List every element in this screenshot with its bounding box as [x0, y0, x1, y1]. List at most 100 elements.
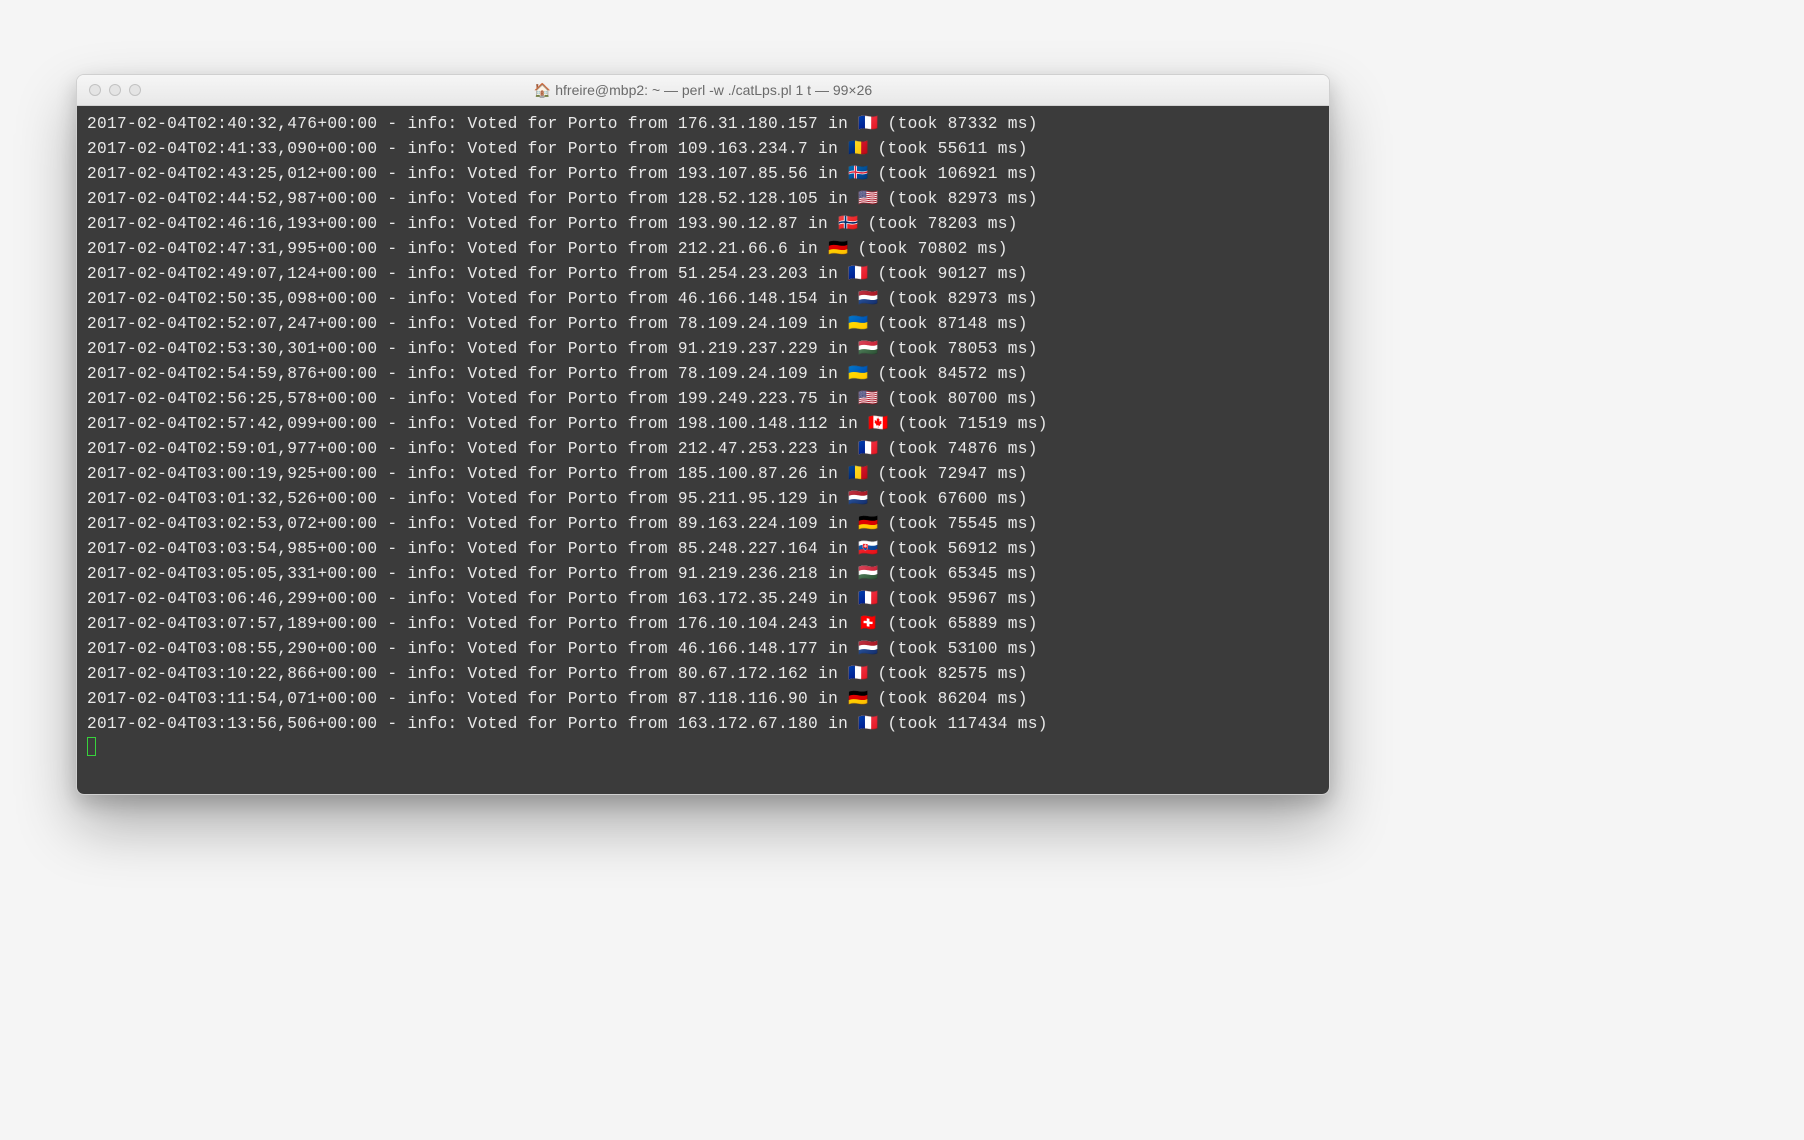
- log-in-label: in: [818, 340, 858, 358]
- log-timestamp: 2017-02-04T02:40:32,476+00:00: [87, 115, 377, 133]
- log-message: info: Voted for Porto from: [407, 240, 677, 258]
- log-message: info: Voted for Porto from: [407, 440, 677, 458]
- log-separator: -: [377, 690, 407, 708]
- log-duration: (took 75545 ms): [878, 515, 1038, 533]
- log-in-label: in: [828, 415, 868, 433]
- log-separator: -: [377, 540, 407, 558]
- flag-icon: 🇨🇭: [858, 612, 877, 637]
- log-separator: -: [377, 140, 407, 158]
- log-timestamp: 2017-02-04T03:00:19,925+00:00: [87, 465, 377, 483]
- home-icon: 🏠: [534, 83, 551, 97]
- log-timestamp: 2017-02-04T02:41:33,090+00:00: [87, 140, 377, 158]
- log-timestamp: 2017-02-04T02:56:25,578+00:00: [87, 390, 377, 408]
- log-separator: -: [377, 590, 407, 608]
- log-line: 2017-02-04T02:43:25,012+00:00 - info: Vo…: [87, 162, 1319, 187]
- log-line: 2017-02-04T02:49:07,124+00:00 - info: Vo…: [87, 262, 1319, 287]
- flag-icon: 🇺🇸: [858, 187, 877, 212]
- log-in-label: in: [808, 465, 848, 483]
- log-timestamp: 2017-02-04T03:06:46,299+00:00: [87, 590, 377, 608]
- log-duration: (took 74876 ms): [878, 440, 1038, 458]
- log-message: info: Voted for Porto from: [407, 665, 677, 683]
- log-ip: 212.47.253.223: [678, 440, 818, 458]
- flag-icon: 🇨🇦: [868, 412, 887, 437]
- log-separator: -: [377, 390, 407, 408]
- log-ip: 80.67.172.162: [678, 665, 808, 683]
- log-in-label: in: [818, 440, 858, 458]
- log-in-label: in: [818, 290, 858, 308]
- log-line: 2017-02-04T02:52:07,247+00:00 - info: Vo…: [87, 312, 1319, 337]
- flag-icon: 🇫🇷: [848, 662, 867, 687]
- window-close-button[interactable]: [89, 84, 101, 96]
- log-separator: -: [377, 265, 407, 283]
- log-in-label: in: [808, 690, 848, 708]
- flag-icon: 🇮🇸: [848, 162, 867, 187]
- log-separator: -: [377, 115, 407, 133]
- log-ip: 85.248.227.164: [678, 540, 818, 558]
- log-ip: 109.163.234.7: [678, 140, 808, 158]
- window-titlebar[interactable]: 🏠 hfreire@mbp2: ~ — perl -w ./catLps.pl …: [77, 75, 1329, 106]
- log-separator: -: [377, 190, 407, 208]
- log-in-label: in: [808, 315, 848, 333]
- traffic-lights: [77, 84, 141, 96]
- log-message: info: Voted for Porto from: [407, 165, 677, 183]
- log-timestamp: 2017-02-04T03:01:32,526+00:00: [87, 490, 377, 508]
- log-ip: 87.118.116.90: [678, 690, 808, 708]
- flag-icon: 🇳🇱: [848, 487, 867, 512]
- log-in-label: in: [808, 665, 848, 683]
- log-duration: (took 53100 ms): [878, 640, 1038, 658]
- flag-icon: 🇺🇸: [858, 387, 877, 412]
- window-title-text: hfreire@mbp2: ~ — perl -w ./catLps.pl 1 …: [555, 82, 872, 98]
- log-ip: 198.100.148.112: [678, 415, 828, 433]
- log-ip: 95.211.95.129: [678, 490, 808, 508]
- window-maximize-button[interactable]: [129, 84, 141, 96]
- flag-icon: 🇫🇷: [858, 712, 877, 737]
- log-message: info: Voted for Porto from: [407, 415, 677, 433]
- log-duration: (took 56912 ms): [878, 540, 1038, 558]
- log-ip: 51.254.23.203: [678, 265, 808, 283]
- log-ip: 193.90.12.87: [678, 215, 798, 233]
- flag-icon: 🇭🇺: [858, 562, 877, 587]
- log-duration: (took 87332 ms): [878, 115, 1038, 133]
- log-in-label: in: [818, 390, 858, 408]
- log-message: info: Voted for Porto from: [407, 690, 677, 708]
- log-in-label: in: [818, 640, 858, 658]
- log-timestamp: 2017-02-04T02:52:07,247+00:00: [87, 315, 377, 333]
- flag-icon: 🇸🇰: [858, 537, 877, 562]
- log-timestamp: 2017-02-04T03:13:56,506+00:00: [87, 715, 377, 733]
- flag-icon: 🇭🇺: [858, 337, 877, 362]
- log-message: info: Voted for Porto from: [407, 490, 677, 508]
- log-line: 2017-02-04T02:40:32,476+00:00 - info: Vo…: [87, 112, 1319, 137]
- log-duration: (took 84572 ms): [868, 365, 1028, 383]
- log-duration: (took 55611 ms): [868, 140, 1028, 158]
- terminal-window: 🏠 hfreire@mbp2: ~ — perl -w ./catLps.pl …: [76, 74, 1330, 795]
- flag-icon: 🇷🇴: [848, 137, 867, 162]
- log-timestamp: 2017-02-04T02:57:42,099+00:00: [87, 415, 377, 433]
- log-message: info: Voted for Porto from: [407, 340, 677, 358]
- log-separator: -: [377, 165, 407, 183]
- log-duration: (took 87148 ms): [868, 315, 1028, 333]
- log-duration: (took 106921 ms): [868, 165, 1038, 183]
- log-in-label: in: [818, 615, 858, 633]
- log-message: info: Voted for Porto from: [407, 590, 677, 608]
- log-line: 2017-02-04T03:13:56,506+00:00 - info: Vo…: [87, 712, 1319, 737]
- log-separator: -: [377, 715, 407, 733]
- log-in-label: in: [818, 190, 858, 208]
- log-duration: (took 82973 ms): [878, 290, 1038, 308]
- prompt-line[interactable]: [87, 737, 1319, 763]
- log-in-label: in: [798, 215, 838, 233]
- log-duration: (took 71519 ms): [888, 415, 1048, 433]
- log-duration: (took 80700 ms): [878, 390, 1038, 408]
- log-separator: -: [377, 415, 407, 433]
- flag-icon: 🇺🇦: [848, 362, 867, 387]
- log-line: 2017-02-04T03:03:54,985+00:00 - info: Vo…: [87, 537, 1319, 562]
- log-line: 2017-02-04T03:02:53,072+00:00 - info: Vo…: [87, 512, 1319, 537]
- log-separator: -: [377, 440, 407, 458]
- log-in-label: in: [808, 365, 848, 383]
- log-duration: (took 67600 ms): [868, 490, 1028, 508]
- log-duration: (took 78053 ms): [878, 340, 1038, 358]
- terminal-output[interactable]: 2017-02-04T02:40:32,476+00:00 - info: Vo…: [77, 106, 1329, 794]
- window-minimize-button[interactable]: [109, 84, 121, 96]
- log-timestamp: 2017-02-04T02:50:35,098+00:00: [87, 290, 377, 308]
- log-line: 2017-02-04T03:07:57,189+00:00 - info: Vo…: [87, 612, 1319, 637]
- log-message: info: Voted for Porto from: [407, 190, 677, 208]
